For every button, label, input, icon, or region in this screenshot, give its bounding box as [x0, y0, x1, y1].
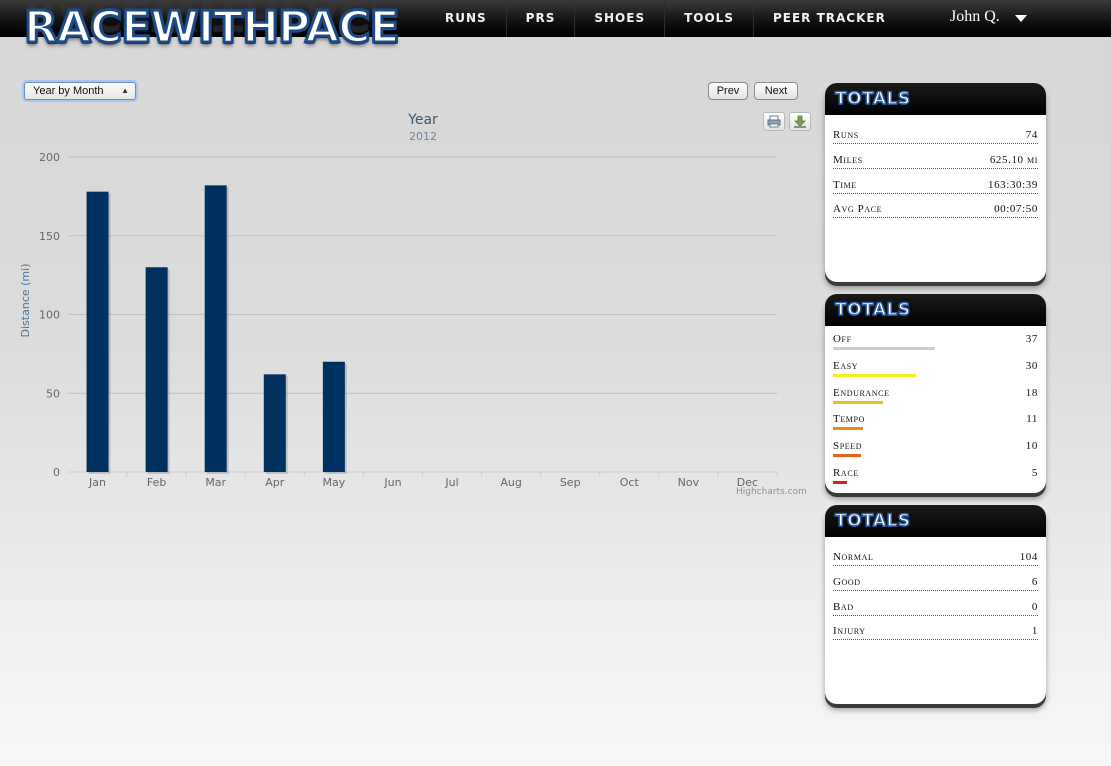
- type-bar: [833, 481, 847, 484]
- feel-row-good: Good 6: [833, 575, 1038, 591]
- stat-label: Injury: [833, 625, 866, 637]
- stat-value: 1: [1031, 625, 1038, 637]
- type-bar: [833, 374, 916, 377]
- next-button[interactable]: Next: [754, 82, 798, 100]
- type-row-race: Race 5: [833, 467, 1038, 485]
- feel-row-bad: Bad 0: [833, 600, 1038, 616]
- type-label: Speed: [833, 440, 863, 452]
- stat-value: 163:30:39: [987, 179, 1038, 191]
- panel-header: TOTALS: [825, 294, 1046, 326]
- totals-panel: TOTALS Runs 74 Miles 625.10 mi Time 163:…: [825, 83, 1046, 282]
- stat-value: 104: [1019, 551, 1038, 563]
- view-select-value: Year by Month: [33, 85, 104, 97]
- y-tick-label: 150: [39, 230, 60, 243]
- stat-label: Time: [833, 179, 857, 191]
- y-tick-label: 50: [46, 387, 60, 400]
- x-tick-label: Jan: [88, 476, 106, 489]
- stat-label: Good: [833, 576, 861, 588]
- export-button[interactable]: [789, 112, 811, 131]
- bar-may: [322, 361, 345, 472]
- type-bar: [833, 347, 935, 350]
- x-tick-label: Jun: [383, 476, 401, 489]
- stat-row-avg-pace: Avg Pace 00:07:50: [833, 202, 1038, 218]
- type-row-speed: Speed 10: [833, 440, 1038, 458]
- panel-header: TOTALS: [825, 83, 1046, 115]
- chevron-down-icon[interactable]: [1015, 15, 1027, 22]
- panel-title: TOTALS: [834, 510, 911, 532]
- x-tick-label: Sep: [560, 476, 581, 489]
- x-tick-label: Jul: [444, 476, 458, 489]
- x-tick-label: Aug: [500, 476, 521, 489]
- stat-value: 0: [1031, 601, 1038, 613]
- run-types-panel: TOTALS Off 37 Easy 30 Endurance 18 Tempo…: [825, 294, 1046, 493]
- x-tick-label: Oct: [620, 476, 640, 489]
- user-menu[interactable]: John Q.: [950, 8, 1000, 26]
- nav-peer-tracker[interactable]: PEER TRACKER: [754, 0, 905, 37]
- type-label: Easy: [833, 360, 859, 372]
- x-tick-label: Mar: [205, 476, 226, 489]
- y-tick-label: 100: [39, 309, 60, 322]
- prev-button[interactable]: Prev: [708, 82, 748, 100]
- view-select[interactable]: Year by Month ▲: [24, 82, 136, 100]
- type-value: 18: [1025, 387, 1038, 399]
- stat-label: Miles: [833, 154, 863, 166]
- chart-credits[interactable]: Highcharts.com: [736, 487, 807, 497]
- stat-label: Normal: [833, 551, 874, 563]
- bar-jan: [86, 191, 109, 472]
- feel-panel: TOTALS Normal 104 Good 6 Bad 0 Injury 1: [825, 505, 1046, 704]
- type-bar: [833, 427, 863, 430]
- type-label: Endurance: [833, 387, 890, 399]
- main-nav: RUNS PRs SHOES TOOLS PEER TRACKER: [426, 0, 905, 37]
- y-tick-label: 200: [39, 151, 60, 164]
- type-row-tempo: Tempo 11: [833, 413, 1038, 431]
- type-value: 5: [1031, 467, 1038, 479]
- bar-mar: [204, 185, 227, 472]
- panel-title: TOTALS: [834, 88, 911, 110]
- type-label: Tempo: [833, 413, 865, 425]
- x-tick-label: May: [323, 476, 346, 489]
- stat-row-runs: Runs 74: [833, 128, 1038, 144]
- type-bar: [833, 454, 861, 457]
- nav-runs[interactable]: RUNS: [426, 0, 507, 37]
- stat-row-time: Time 163:30:39: [833, 178, 1038, 194]
- stat-value: 6: [1031, 576, 1038, 588]
- type-bar: [833, 401, 883, 404]
- bar-feb: [145, 267, 168, 472]
- download-icon: [794, 115, 806, 128]
- type-value: 30: [1025, 360, 1038, 372]
- stat-value: 74: [1025, 129, 1038, 141]
- stat-label: Runs: [833, 129, 859, 141]
- type-row-endurance: Endurance 18: [833, 387, 1038, 405]
- site-logo[interactable]: RACEWITHPACE: [23, 1, 402, 55]
- stat-row-miles: Miles 625.10 mi: [833, 153, 1038, 169]
- type-value: 10: [1025, 440, 1038, 452]
- stat-label: Bad: [833, 601, 854, 613]
- x-tick-label: Feb: [147, 476, 166, 489]
- type-value: 11: [1026, 413, 1038, 425]
- type-label: Off: [833, 333, 852, 345]
- bar-apr: [263, 374, 286, 472]
- stat-value: 00:07:50: [994, 203, 1038, 215]
- type-row-off: Off 37: [833, 333, 1038, 351]
- type-row-easy: Easy 30: [833, 360, 1038, 378]
- stat-label: Avg Pace: [833, 203, 883, 215]
- feel-row-injury: Injury 1: [833, 624, 1038, 640]
- panel-title: TOTALS: [834, 299, 911, 321]
- feel-row-normal: Normal 104: [833, 550, 1038, 566]
- x-tick-label: Nov: [678, 476, 700, 489]
- nav-shoes[interactable]: SHOES: [575, 0, 666, 37]
- type-label: Race: [833, 467, 859, 479]
- panel-header: TOTALS: [825, 505, 1046, 537]
- select-arrows-icon: ▲: [121, 86, 129, 95]
- type-value: 37: [1025, 333, 1038, 345]
- y-axis-label: Distance (mi): [20, 264, 32, 338]
- nav-tools[interactable]: TOOLS: [665, 0, 754, 37]
- stat-value: 625.10 mi: [989, 154, 1038, 166]
- distance-bar-chart: 0 50 100 150 200 Distance (mi) Jan Feb Mar Apr May…: [20, 151, 778, 489]
- x-tick-label: Apr: [265, 476, 285, 489]
- y-tick-label: 0: [53, 466, 60, 479]
- nav-prs[interactable]: PRs: [507, 0, 576, 37]
